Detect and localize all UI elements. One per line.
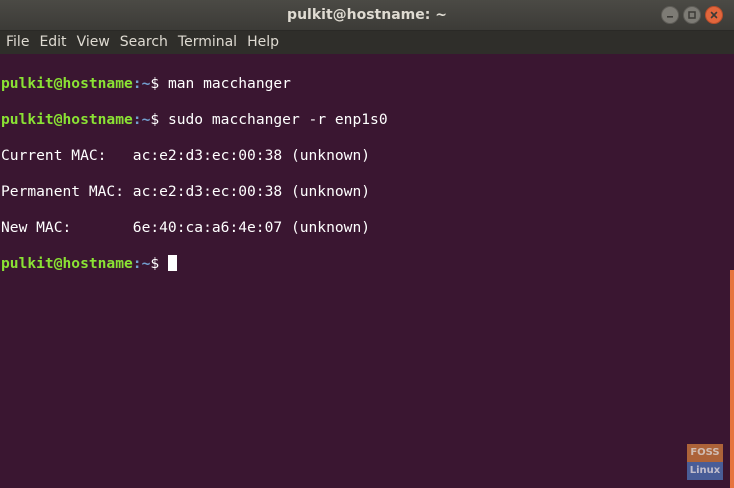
command-text: sudo macchanger -r enp1s0 xyxy=(167,111,388,128)
prompt-user: pulkit@hostname xyxy=(1,111,133,128)
output-line: Permanent MAC: ac:e2:d3:ec:00:38 (unknow… xyxy=(1,183,371,200)
output-line: New MAC: 6e:40:ca:a6:4e:07 (unknown) xyxy=(1,219,371,236)
prompt-path: :~ xyxy=(132,75,151,92)
window-controls xyxy=(661,6,723,24)
terminal-content[interactable]: pulkit@hostname:~$ man macchanger pulkit… xyxy=(0,54,728,488)
watermark-top: FOSS xyxy=(687,444,723,462)
prompt-symbol: $ xyxy=(150,255,168,272)
close-button[interactable] xyxy=(705,6,723,24)
scrollbar-thumb[interactable] xyxy=(730,270,734,488)
menu-file[interactable]: File xyxy=(1,31,34,54)
command-line: pulkit@hostname:~$ man macchanger xyxy=(1,75,728,93)
menu-view[interactable]: View xyxy=(72,31,115,54)
menu-bar: File Edit View Search Terminal Help xyxy=(0,31,734,54)
menu-terminal[interactable]: Terminal xyxy=(173,31,242,54)
scrollbar[interactable] xyxy=(728,54,734,488)
prompt-path: :~ xyxy=(132,111,151,128)
prompt-symbol: $ xyxy=(150,111,168,128)
maximize-icon xyxy=(688,11,696,19)
prompt-user: pulkit@hostname xyxy=(1,255,133,272)
title-bar[interactable]: pulkit@hostname: ~ xyxy=(0,0,734,31)
terminal-window: pulkit@hostname: ~ File Edit View Search… xyxy=(0,0,734,488)
maximize-button[interactable] xyxy=(683,6,701,24)
window-title: pulkit@hostname: ~ xyxy=(287,7,447,23)
prompt-user: pulkit@hostname xyxy=(1,75,133,92)
output-line: Current MAC: ac:e2:d3:ec:00:38 (unknown) xyxy=(1,147,371,164)
minimize-button[interactable] xyxy=(661,6,679,24)
menu-edit[interactable]: Edit xyxy=(34,31,71,54)
menu-help[interactable]: Help xyxy=(242,31,284,54)
minimize-icon xyxy=(667,16,673,18)
fosslinux-watermark: FOSS Linux xyxy=(687,444,723,480)
watermark-bottom: Linux xyxy=(687,462,723,480)
command-text: man macchanger xyxy=(167,75,291,92)
prompt-path: :~ xyxy=(132,255,151,272)
active-prompt-line: pulkit@hostname:~$ xyxy=(1,255,728,273)
text-cursor xyxy=(167,255,177,271)
close-icon xyxy=(710,11,718,19)
menu-search[interactable]: Search xyxy=(115,31,173,54)
prompt-symbol: $ xyxy=(150,75,168,92)
command-line: pulkit@hostname:~$ sudo macchanger -r en… xyxy=(1,111,728,129)
